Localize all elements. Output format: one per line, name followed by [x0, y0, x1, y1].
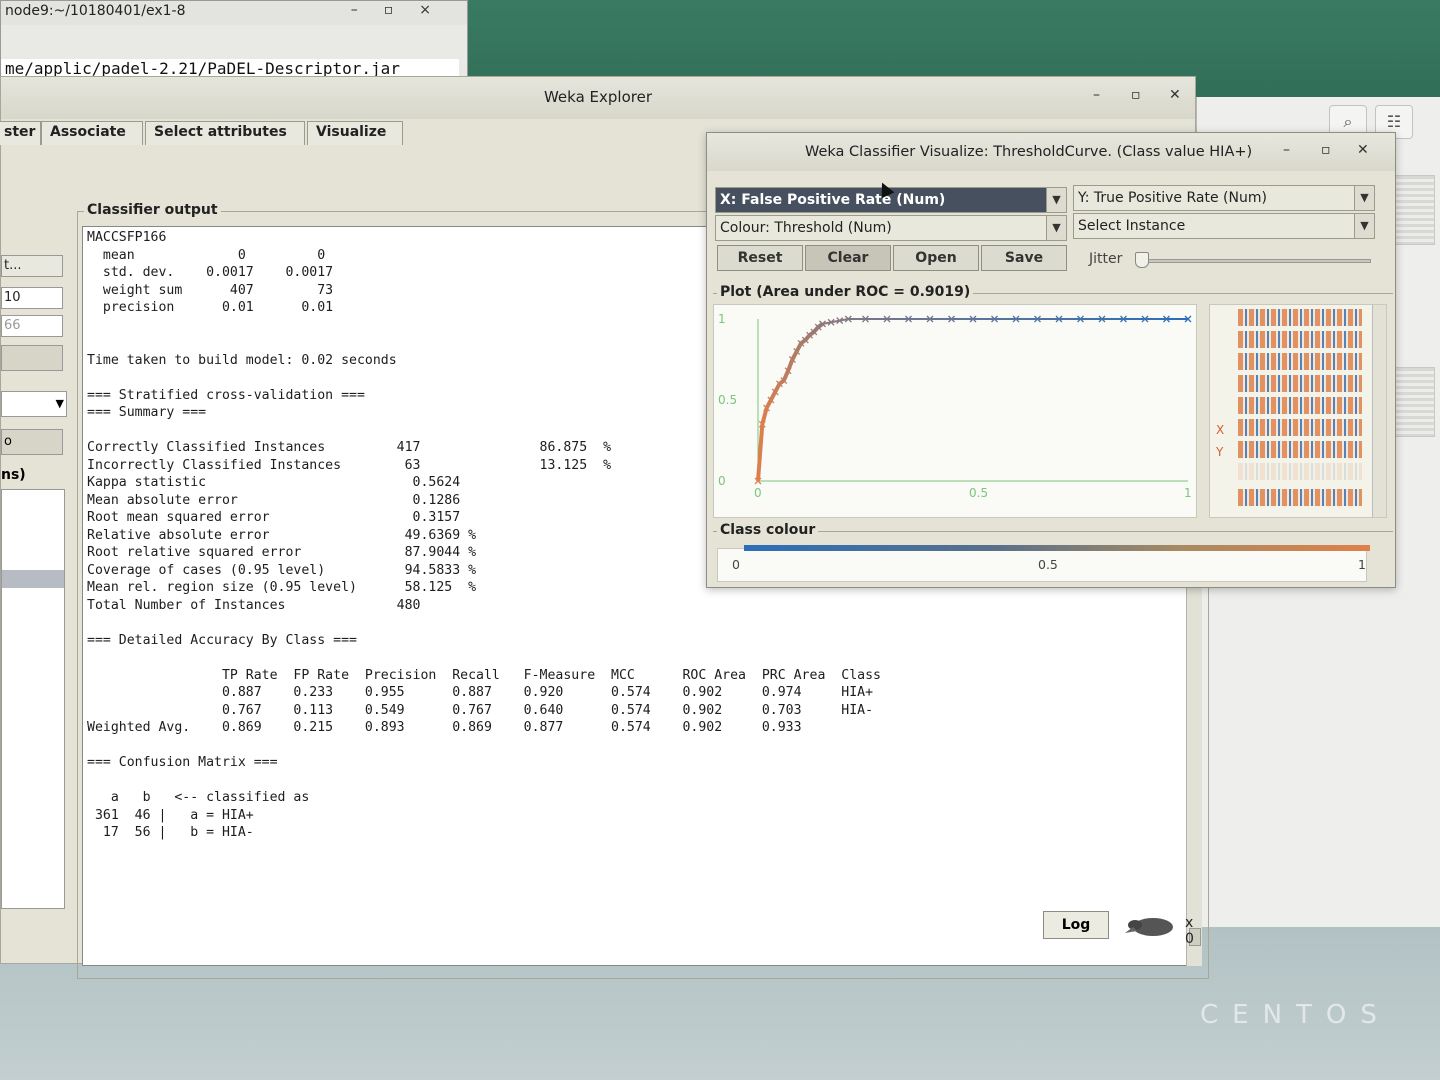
result-list-item-selected[interactable]	[2, 570, 64, 588]
threshold-curve-window: Weka Classifier Visualize: ThresholdCurv…	[706, 132, 1396, 588]
attribute-bar[interactable]	[1238, 353, 1362, 370]
chevron-down-icon: ▼	[1354, 214, 1374, 238]
attr-x-marker: X	[1216, 423, 1225, 437]
minimize-icon[interactable]: –	[1093, 87, 1100, 103]
viz-title: Weka Classifier Visualize: ThresholdCurv…	[805, 144, 1253, 160]
roc-plot-area[interactable]: 0 0.5 1 0 0.5 1	[713, 304, 1197, 518]
attribute-bar[interactable]	[1238, 419, 1362, 436]
maximize-icon[interactable]: ▫	[1131, 87, 1141, 103]
tab-cluster[interactable]: ster	[0, 121, 41, 145]
class-colour-area: 0 0.5 1	[717, 545, 1370, 582]
centos-watermark: CENTOS	[1200, 1000, 1391, 1030]
attribute-bar[interactable]	[1238, 397, 1362, 414]
class-colour-label: Class colour	[717, 522, 819, 538]
y-tick-label: 0.5	[718, 393, 737, 407]
colour-dropdown-value: Colour: Threshold (Num)	[720, 220, 892, 236]
save-button[interactable]: Save	[981, 245, 1067, 271]
output-line: Total Number of Instances 480	[87, 597, 421, 613]
x-tick-label: 1	[1184, 486, 1192, 500]
classifier-output-label: Classifier output	[84, 202, 221, 218]
test-option-button[interactable]: t...	[1, 255, 63, 277]
colour-tick-0-5: 0.5	[1038, 557, 1058, 572]
chevron-down-icon: ▼	[1046, 188, 1066, 212]
output-line: 0.767 0.113 0.549 0.767 0.640 0.574 0.90…	[87, 702, 874, 718]
weka-bird-icon	[1125, 918, 1173, 936]
attribute-bar[interactable]	[1238, 375, 1362, 392]
attribute-bar[interactable]	[1238, 441, 1362, 458]
output-line: Weighted Avg. 0.869 0.215 0.893 0.869 0.…	[87, 720, 802, 735]
tab-visualize[interactable]: Visualize	[307, 121, 403, 145]
colour-tick-1: 1	[1358, 557, 1366, 572]
colour-gradient-bar	[744, 545, 1370, 551]
output-line: 0.887 0.233 0.955 0.887 0.920 0.574 0.90…	[87, 685, 874, 700]
attribute-bar[interactable]	[1238, 309, 1362, 326]
y-axis-dropdown[interactable]: Y: True Positive Rate (Num) ▼	[1073, 185, 1375, 211]
attribute-bars-panel[interactable]: X Y	[1209, 304, 1387, 518]
roc-plot-svg: 0 0.5 1 0 0.5 1	[718, 312, 1192, 500]
roc-curve-segment	[756, 424, 765, 482]
chevron-down-icon: ▼	[1046, 216, 1066, 240]
colour-dropdown[interactable]: Colour: Threshold (Num) ▼	[715, 215, 1067, 241]
more-options-button[interactable]	[1, 345, 63, 371]
output-line: a b <-- classified as	[87, 790, 310, 805]
attribute-bar[interactable]	[1238, 489, 1362, 506]
terminal-title-bar: node9:~/10180401/ex1-8 –▫×	[1, 1, 467, 25]
output-line: 361 46 | a = HIA+	[87, 807, 254, 823]
class-dropdown[interactable]: ▼	[1, 391, 67, 417]
output-line: TP Rate FP Rate Precision Recall F-Measu…	[87, 667, 881, 683]
attribute-panel-scrollbar[interactable]	[1372, 305, 1386, 517]
attribute-bar[interactable]	[1238, 331, 1362, 348]
reset-button[interactable]: Reset	[717, 245, 803, 271]
colour-tick-0: 0	[732, 557, 740, 572]
viz-title-bar: Weka Classifier Visualize: ThresholdCurv…	[707, 133, 1395, 171]
x-tick-label: 0	[754, 486, 762, 500]
jitter-label: Jitter	[1089, 251, 1123, 267]
open-button[interactable]: Open	[893, 245, 979, 271]
output-line: 17 56 | b = HIA-	[87, 825, 254, 840]
jitter-slider-handle[interactable]	[1135, 252, 1149, 268]
maximize-icon[interactable]: ▫	[1321, 142, 1331, 158]
terminal-window-controls[interactable]: –▫×	[351, 2, 457, 18]
close-icon[interactable]: ✕	[1169, 87, 1181, 103]
attribute-bar[interactable]	[1238, 463, 1362, 480]
tab-select-attributes[interactable]: Select attributes	[145, 121, 305, 145]
select-instance-dropdown[interactable]: Select Instance ▼	[1073, 213, 1375, 239]
classifier-options-panel: t... 10 66 ▼ o ns)	[1, 253, 71, 973]
tab-associate[interactable]: Associate	[41, 121, 143, 145]
task-count: x 0	[1185, 915, 1194, 947]
terminal-title: node9:~/10180401/ex1-8	[5, 3, 186, 19]
result-list[interactable]	[1, 489, 65, 909]
close-icon[interactable]: ✕	[1357, 142, 1369, 158]
x-tick-label: 0.5	[969, 486, 988, 500]
x-axis-dropdown-value: X: False Positive Rate (Num)	[720, 192, 946, 208]
log-button[interactable]: Log	[1043, 911, 1109, 939]
percentage-field[interactable]: 66	[1, 315, 63, 337]
y-tick-label: 0	[718, 474, 726, 488]
minimize-icon[interactable]: –	[1283, 142, 1290, 158]
output-line: === Confusion Matrix ===	[87, 755, 278, 770]
plot-label: Plot (Area under ROC = 0.9019)	[717, 284, 974, 300]
status-bar: Log x 0	[1, 889, 1197, 959]
plot-group: Plot (Area under ROC = 0.9019) 0 0.5 1 0 0.5…	[713, 284, 1393, 519]
clear-button[interactable]: Clear	[805, 245, 891, 271]
select-instance-value: Select Instance	[1078, 218, 1186, 234]
explorer-title: Weka Explorer	[543, 88, 653, 106]
y-tick-label: 1	[718, 312, 726, 326]
attr-y-marker: Y	[1216, 445, 1224, 459]
jitter-slider-track[interactable]	[1139, 259, 1371, 263]
chevron-down-icon: ▼	[1354, 186, 1374, 210]
y-axis-dropdown-value: Y: True Positive Rate (Num)	[1078, 190, 1267, 206]
class-colour-group: Class colour 0 0.5 1	[713, 522, 1393, 583]
start-button[interactable]: o	[1, 429, 63, 455]
explorer-title-bar: Weka Explorer	[1, 77, 1195, 119]
folds-field[interactable]: 10	[1, 287, 63, 309]
result-list-label: ns)	[1, 467, 26, 483]
output-line: === Detailed Accuracy By Class ===	[87, 632, 357, 648]
